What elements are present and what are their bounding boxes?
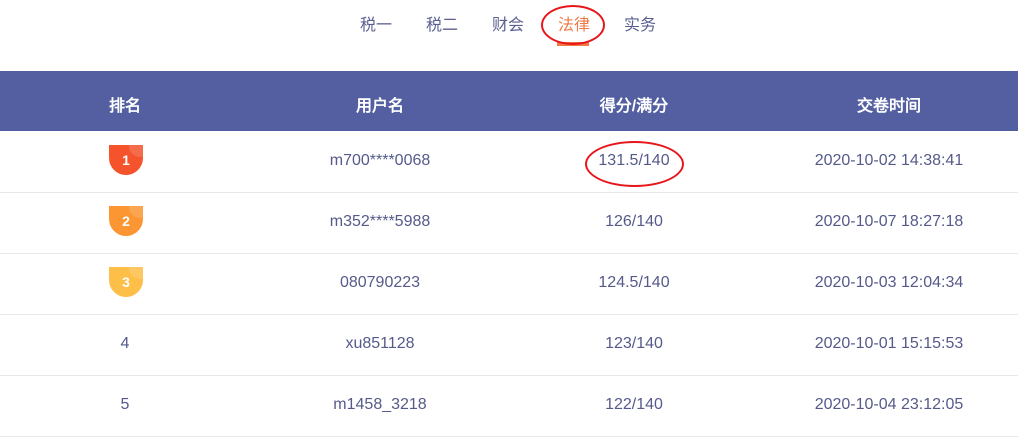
- score: 126/140: [605, 213, 663, 230]
- table-row: 1 m700****0068 131.5/140 2020-10-02 14:38:4…: [0, 131, 1018, 193]
- score: 123/140: [605, 335, 663, 352]
- column-header-rank: 排名: [108, 98, 142, 115]
- rank: 4: [120, 335, 130, 352]
- username: m700****0068: [329, 152, 431, 169]
- submit-time: 2020-10-07 18:27:18: [814, 213, 964, 230]
- username: m352****5988: [329, 213, 431, 230]
- score: 122/140: [605, 396, 663, 413]
- tab-tax-two[interactable]: 税二: [426, 11, 458, 35]
- username: xu851128: [345, 335, 415, 352]
- rank-badge-icon: 3: [109, 267, 143, 297]
- tab-law[interactable]: 法律: [558, 11, 590, 35]
- table-row: 4 xu851128 123/140 2020-10-01 15:15:53: [0, 314, 1018, 376]
- submit-time: 2020-10-01 15:15:53: [814, 335, 964, 352]
- active-tab-indicator: [557, 42, 589, 46]
- submit-time: 2020-10-04 23:12:05: [814, 396, 964, 413]
- rank-badge-icon: 2: [109, 206, 143, 236]
- submit-time: 2020-10-02 14:38:41: [814, 152, 964, 169]
- table-row: 5 m1458_3218 122/140 2020-10-04 23:12:05: [0, 375, 1018, 437]
- table-row: 2 m352****5988 126/140 2020-10-07 18:27:18: [0, 192, 1018, 254]
- subject-tabs: 税一 税二 财会 法律 实务: [0, 0, 1018, 50]
- rank-badge-icon: 1: [109, 145, 143, 175]
- score: 124.5/140: [598, 274, 670, 291]
- submit-time: 2020-10-03 12:04:34: [814, 274, 964, 291]
- column-header-score: 得分/满分: [599, 98, 669, 115]
- username: 080790223: [339, 274, 421, 291]
- username: m1458_3218: [333, 396, 427, 413]
- column-header-submit-time: 交卷时间: [856, 98, 922, 115]
- score: 131.5/140: [598, 152, 670, 169]
- table-row: 3 080790223 124.5/140 2020-10-03 12:04:34: [0, 253, 1018, 315]
- table-header: 排名 用户名 得分/满分 交卷时间: [0, 71, 1018, 131]
- column-header-username: 用户名: [355, 98, 405, 115]
- tab-tax-one[interactable]: 税一: [360, 11, 392, 35]
- rank: 5: [120, 396, 130, 413]
- tab-accounting[interactable]: 财会: [492, 11, 524, 35]
- tab-practice[interactable]: 实务: [624, 11, 656, 35]
